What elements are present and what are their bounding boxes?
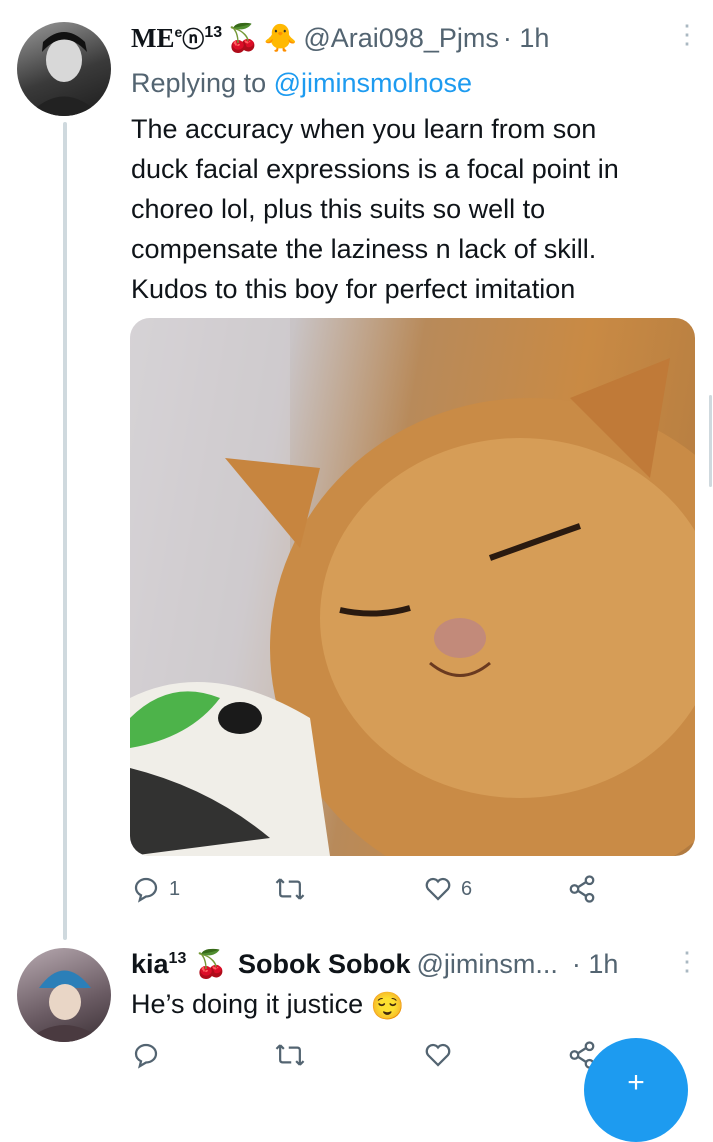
more-options-icon[interactable]: ⋮ (674, 948, 700, 974)
tweet-text-line: duck facial expressions is a focal point… (131, 154, 619, 184)
relieved-face-icon: 😌 (370, 990, 405, 1021)
compose-plus-icon: + (627, 1066, 645, 1099)
replying-to-link[interactable]: @jiminsmolnose (274, 68, 472, 98)
tweet-text-line: compensate the laziness n lack of skill. (131, 234, 597, 264)
timestamp[interactable]: · 1h (572, 949, 619, 980)
display-name[interactable]: kia13 (131, 949, 186, 980)
handle[interactable]: @jiminsm... (416, 949, 557, 980)
avatar[interactable] (17, 22, 111, 116)
more-options-icon[interactable]: ⋮ (674, 21, 700, 47)
like-button[interactable]: 6 (423, 874, 472, 904)
reply-icon (134, 877, 158, 903)
tweet-text-line: He’s doing it justice (131, 989, 364, 1019)
like-count: 6 (461, 877, 473, 900)
retweet-button[interactable] (274, 874, 306, 904)
chick-icon: 🐥 (263, 23, 298, 53)
display-name[interactable]: MEeⓝ13 (131, 22, 222, 54)
retweet-icon (275, 878, 305, 900)
community-name[interactable]: Sobok Sobok (238, 949, 411, 980)
avatar[interactable] (17, 948, 111, 1042)
tweet-text-line: choreo lol, plus this suits so well to (131, 194, 546, 224)
heart-icon (425, 1043, 451, 1067)
timestamp[interactable]: · 1h (503, 23, 550, 54)
cherry-icon: 🍒 (226, 23, 260, 53)
tweet-text: The accuracy when you learn from son duc… (131, 109, 696, 309)
share-button[interactable] (567, 874, 597, 904)
cat-photo-icon (130, 318, 695, 856)
thread-line (63, 122, 67, 940)
replying-to: Replying to @jiminsmolnose (131, 68, 472, 99)
reply-button[interactable] (131, 1040, 161, 1070)
share-icon (569, 875, 595, 903)
handle[interactable]: @Arai098_Pjms (303, 23, 499, 54)
like-button[interactable] (423, 1040, 453, 1070)
reply-count: 1 (169, 877, 181, 900)
tweet-header: kia13 🍒 Sobok Sobok @jiminsm... · 1h (131, 948, 618, 980)
scrollbar[interactable] (709, 395, 712, 487)
compose-tweet-button[interactable]: + (584, 1038, 688, 1142)
heart-icon (425, 877, 451, 901)
tweet-text: He’s doing it justice 😌 (131, 984, 696, 1026)
reply-icon (134, 1043, 158, 1069)
avatar-photo-icon (25, 970, 105, 1042)
tweet-image[interactable] (130, 318, 695, 856)
retweet-button[interactable] (274, 1040, 306, 1070)
cherry-icon: 🍒 (194, 949, 228, 979)
replying-label: Replying to (131, 68, 267, 98)
tweet-text-line: The accuracy when you learn from son (131, 114, 597, 144)
tweet-header: MEeⓝ13 🍒 🐥 @Arai098_Pjms · 1h (131, 22, 549, 54)
reply-button[interactable]: 1 (131, 874, 180, 904)
avatar-photo-icon (27, 32, 101, 116)
retweet-icon (275, 1044, 305, 1066)
tweet-text-line: Kudos to this boy for perfect imitation (131, 274, 576, 304)
